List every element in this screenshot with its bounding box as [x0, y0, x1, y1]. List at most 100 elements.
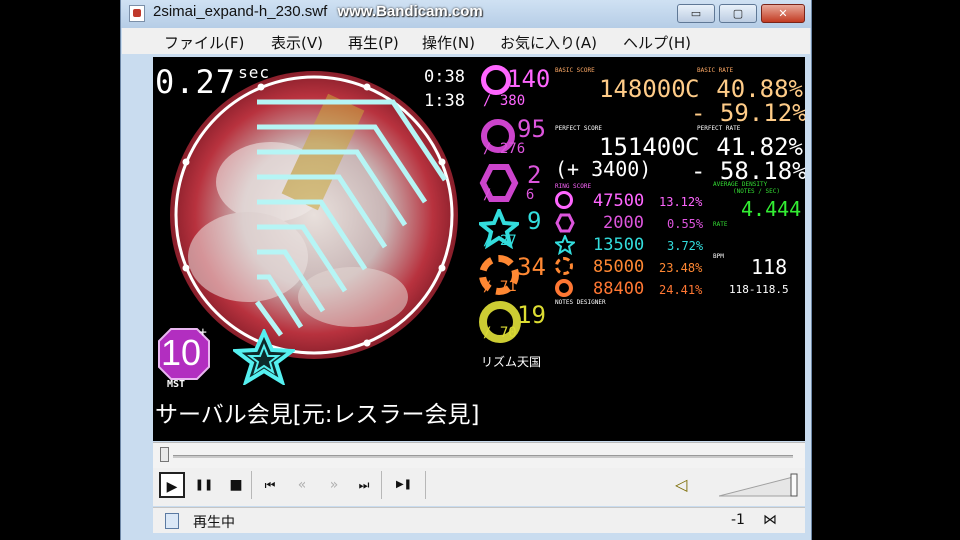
star-icon: [555, 235, 575, 255]
density-value: 4.444: [741, 197, 802, 221]
volume-icon[interactable]: ◁: [675, 474, 697, 496]
tap-total: / 380: [483, 93, 526, 109]
resize-grip-icon[interactable]: ⋈: [763, 512, 777, 528]
tap-hit: 140: [507, 65, 551, 93]
breakdown-tap-pct: 13.12%: [659, 195, 703, 209]
next-button[interactable]: ⏭: [351, 472, 377, 498]
tap-each-total: / 276: [483, 141, 526, 157]
notes-designer-label: NOTES DESIGNER: [555, 299, 606, 306]
prev-button[interactable]: ⏮: [257, 472, 283, 498]
time-total: 1:38: [424, 91, 465, 111]
sun-icon: [555, 257, 573, 275]
breakdown-hold-score: 2000: [603, 213, 644, 233]
seek-track[interactable]: [173, 455, 793, 458]
step-button[interactable]: ▶❚: [391, 472, 417, 498]
slide-total: / 27: [483, 233, 517, 249]
tap-total-value: 380: [499, 93, 526, 109]
play-button[interactable]: ▶: [159, 472, 185, 498]
basic-rate-label: BASIC RATE: [697, 67, 734, 74]
fast-forward-button[interactable]: »: [321, 472, 347, 498]
minimize-button[interactable]: ▭: [677, 4, 715, 23]
offset-unit: sec: [238, 63, 270, 82]
difficulty-label: MST: [167, 379, 186, 390]
bpm-value: 118: [751, 255, 788, 279]
status-text: 再生中: [193, 515, 235, 531]
breakdown-slide-pct: 3.72%: [667, 239, 704, 253]
ring-icon: [555, 191, 573, 209]
tap-each-total-value: 276: [499, 141, 526, 157]
menu-view[interactable]: 表示(V): [271, 32, 323, 53]
close-button[interactable]: ✕: [761, 4, 805, 23]
hold-hit: 2: [527, 161, 542, 189]
hex-icon: [555, 213, 575, 233]
flash-stage[interactable]: 0.27 sec 0:38 1:38 10 + MST サーバル会見[元:レスラー…: [153, 57, 805, 441]
screen: 2simai_expand-h_230.swf www.Bandicam.com…: [0, 0, 960, 540]
timing-offset: 0.27 sec: [155, 63, 270, 101]
breakdown-slide-score: 13500: [593, 235, 645, 255]
breakdown-break-pct: 24.41%: [659, 283, 703, 297]
basic-score-label: BASIC SCORE: [555, 67, 595, 74]
star-note-icon: [233, 329, 295, 385]
bandicam-watermark: www.Bandicam.com: [337, 3, 483, 20]
touch-total: / 71: [483, 279, 517, 295]
basic-rate-diff: - 59.12%: [691, 99, 805, 127]
window-title-text: 2simai_expand-h_230.swf: [153, 3, 328, 20]
menu-control[interactable]: 操作(N): [422, 32, 475, 53]
slide-total-value: 27: [499, 233, 517, 249]
title-bar[interactable]: 2simai_expand-h_230.swf www.Bandicam.com…: [121, 0, 811, 28]
bpm-label: BPM: [713, 253, 724, 260]
tap-each-hit: 95: [517, 115, 546, 143]
menu-file[interactable]: ファイル(F): [164, 32, 244, 53]
document-icon: [165, 513, 179, 529]
breakdown-break-score: 88400: [593, 279, 645, 299]
window-title: 2simai_expand-h_230.swf www.Bandicam.com: [153, 3, 483, 20]
breakdown-hold-pct: 0.55%: [667, 217, 704, 231]
menu-bar: ファイル(F) 表示(V) 再生(P) 操作(N) お気に入り(A) ヘルプ(H…: [122, 28, 810, 54]
rewind-button[interactable]: «: [289, 472, 315, 498]
basic-score: 148000: [599, 75, 686, 103]
breakdown-touch-pct: 23.48%: [659, 261, 703, 275]
restore-button[interactable]: ▢: [719, 4, 757, 23]
player-window: 2simai_expand-h_230.swf www.Bandicam.com…: [120, 0, 812, 540]
separator: [425, 471, 426, 499]
menu-help[interactable]: ヘルプ(H): [623, 32, 691, 53]
menu-play[interactable]: 再生(P): [348, 32, 399, 53]
status-bar: 再生中 -1 ⋈: [153, 507, 805, 533]
level-plus: +: [199, 325, 207, 340]
song-title: サーバル会見[元:レスラー会見]: [155, 402, 480, 428]
perfect-score-diff: (+ 3400): [555, 157, 652, 181]
hold-total-value: 6: [525, 187, 535, 203]
stop-button[interactable]: ■: [223, 472, 249, 498]
pause-button[interactable]: ❚❚: [191, 472, 217, 498]
slide-hit: 9: [527, 207, 542, 235]
density-label: AVERAGE DENSITY: [713, 181, 768, 188]
break-total-value: 70: [499, 325, 517, 341]
breakdown-tap-score: 47500: [593, 191, 645, 211]
volume-slider[interactable]: [719, 472, 799, 498]
bpm-range: 118-118.5: [729, 283, 789, 296]
separator: [251, 471, 252, 499]
menu-favorites[interactable]: お気に入り(A): [500, 32, 597, 53]
notes-designer-name: リズム天国: [481, 355, 542, 369]
break-hit: 19: [517, 301, 546, 329]
break-ring-icon: [555, 279, 573, 297]
seek-bar[interactable]: [153, 442, 805, 468]
breakdown-touch-score: 85000: [593, 257, 645, 277]
app-icon: [129, 5, 145, 22]
hold-total: / 6: [483, 187, 535, 203]
playback-controls: ▶ ❚❚ ■ ⏮ « » ⏭ ▶❚ ◁: [153, 468, 805, 506]
break-total: / 70: [483, 325, 517, 341]
seek-thumb[interactable]: [160, 447, 169, 462]
status-value: -1: [731, 512, 745, 528]
ring-score-label: RING SCORE: [555, 183, 592, 190]
density-sub: (NOTES / SEC): [733, 188, 780, 195]
touch-total-value: 71: [499, 279, 517, 295]
time-current: 0:38: [424, 67, 465, 87]
perfect-score-label: PERFECT SCORE: [555, 125, 602, 132]
offset-value: 0.27: [155, 63, 237, 101]
rate-diff-label: RATE: [713, 221, 728, 228]
touch-hit: 34: [517, 253, 546, 281]
perfect-rate-label: PERFECT RATE: [697, 125, 741, 132]
separator: [381, 471, 382, 499]
level-value: 10: [161, 332, 202, 373]
